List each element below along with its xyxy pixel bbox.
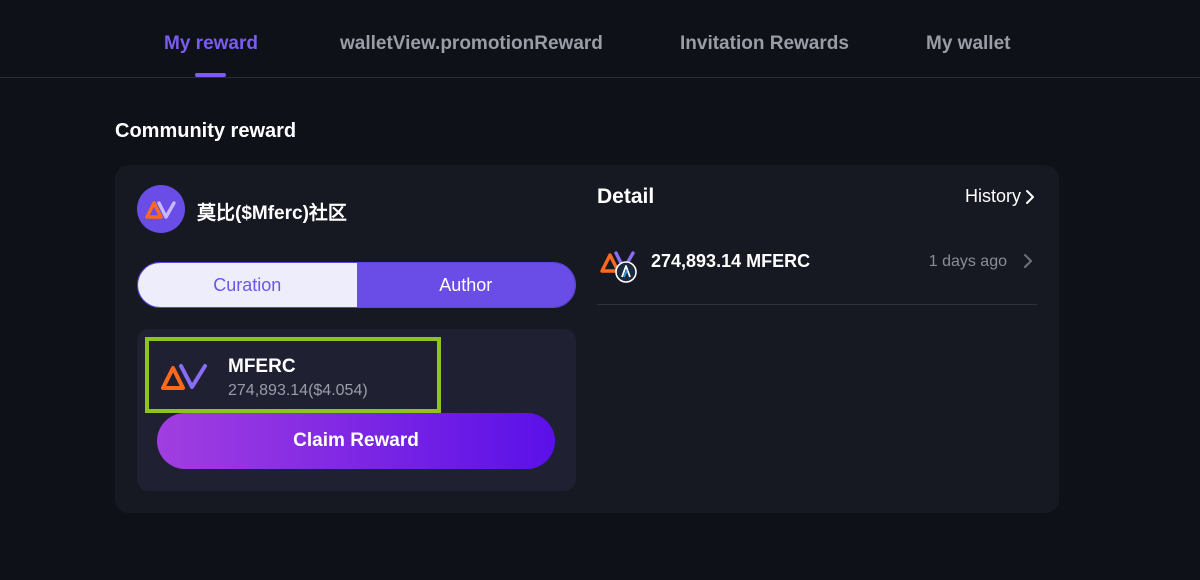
section-title-text: Community reward (115, 120, 297, 142)
tab-my-wallet[interactable]: My wallet (926, 33, 1010, 55)
active-tab-indicator (195, 73, 226, 77)
role-toggle: Curation Author (137, 262, 576, 308)
tab-promotion-reward[interactable]: walletView.promotionReward (340, 33, 603, 55)
row-timestamp: 1 days ago (928, 253, 1007, 270)
detail-row[interactable]: 274,893.14 MFERC 1 days ago (597, 235, 1037, 305)
toggle-curation[interactable]: Curation (138, 263, 357, 307)
reward-box: MFERC 274,893.14($4.054) Claim Reward (137, 329, 576, 491)
row-amount: 274,893.14 MFERC (651, 251, 811, 271)
toggle-author[interactable]: Author (356, 263, 575, 307)
claim-reward-button[interactable]: Claim Reward (157, 413, 555, 469)
tab-my-reward[interactable]: My reward (164, 33, 258, 55)
history-link[interactable]: History (965, 186, 1035, 207)
token-amount: 274,893.14($4.054) (228, 382, 368, 399)
token-name: MFERC (228, 356, 296, 377)
chevron-right-icon (1026, 189, 1034, 204)
section-title: Community reward (115, 120, 305, 144)
chevron-right-icon (1024, 254, 1032, 268)
top-tabs: My reward walletView.promotionReward Inv… (0, 0, 1200, 78)
community-reward-card: 莫比($Mferc)社区 Curation Author MFERC 274,8… (115, 165, 1059, 513)
history-label: History (964, 186, 1021, 206)
mferc-logo-icon (137, 185, 185, 233)
detail-title: Detail (597, 185, 655, 208)
community-name: 莫比($Mferc)社区 (197, 203, 347, 224)
tab-invitation-rewards[interactable]: Invitation Rewards (680, 33, 849, 55)
mferc-token-icon (159, 359, 211, 398)
mferc-arbitrum-icon (599, 247, 643, 283)
